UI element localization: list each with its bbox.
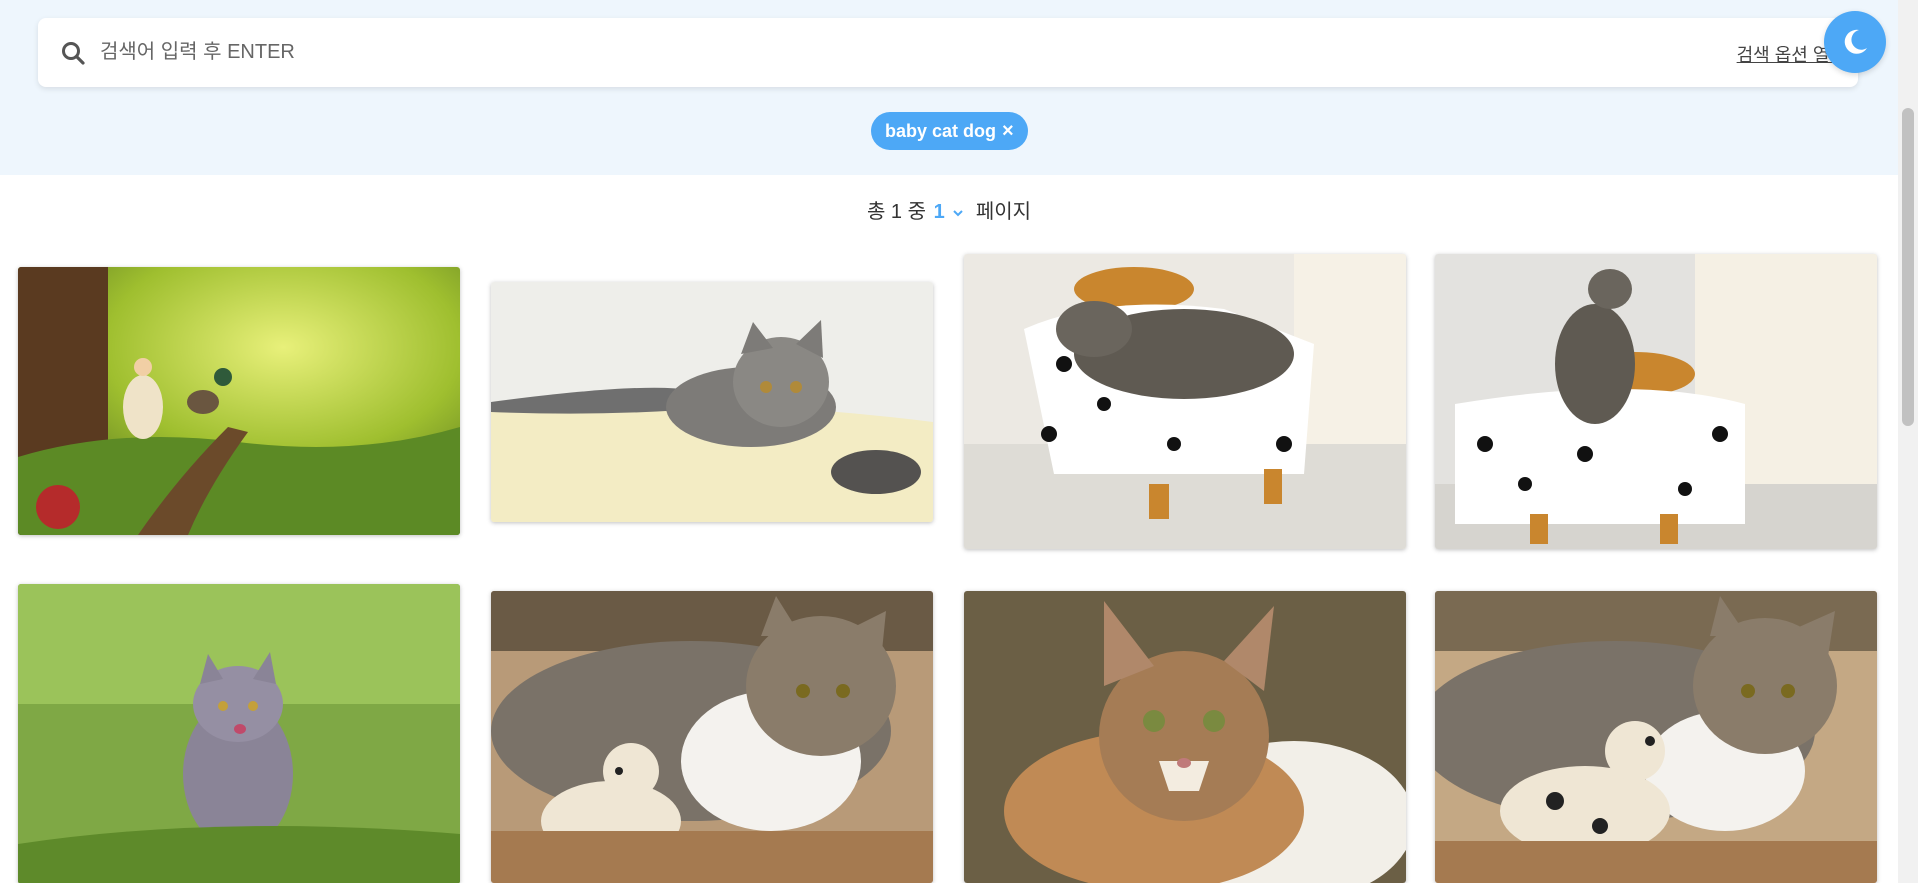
pagination-prefix: 총 1 중 xyxy=(866,201,927,223)
search-bar: 검색 옵션 열기 xyxy=(38,18,1858,87)
search-tag-chip[interactable]: baby cat dog × xyxy=(871,112,1028,150)
scrollbar[interactable] xyxy=(1898,0,1918,883)
moon-icon xyxy=(1844,29,1867,54)
header-band: 검색 옵션 열기 baby cat dog × xyxy=(0,0,1898,175)
pagination-suffix: 페이지 xyxy=(975,201,1032,223)
gallery-image-gray-kitten-grass[interactable] xyxy=(18,584,460,883)
gallery-image-kitten-sitting-sofa[interactable] xyxy=(1435,254,1877,549)
gallery-image-calico-cat-portrait[interactable] xyxy=(964,591,1406,883)
gallery-image-cat-sleeping-sofa[interactable] xyxy=(964,254,1406,549)
search-icon[interactable] xyxy=(60,40,86,66)
gallery-image-tabby-cat-plush-dog[interactable] xyxy=(491,591,933,883)
gallery-image-tabby-cat-dalmatian-plush[interactable] xyxy=(1435,591,1877,883)
page: 검색 옵션 열기 baby cat dog × 총 1 중 1 페이지 xyxy=(0,0,1918,883)
gallery-image-child-riding-dog[interactable] xyxy=(18,267,460,535)
search-input[interactable] xyxy=(100,32,1400,72)
scrollbar-thumb[interactable] xyxy=(1902,108,1914,426)
gallery-image-gray-kitten-blanket[interactable] xyxy=(491,282,933,522)
current-page-select[interactable]: 1 xyxy=(934,201,945,223)
tag-close-icon[interactable]: × xyxy=(1002,121,1014,141)
tag-label: baby cat dog xyxy=(885,120,997,141)
pagination: 총 1 중 1 페이지 xyxy=(0,195,1898,224)
dark-mode-toggle-button[interactable] xyxy=(1824,11,1886,73)
chevron-down-icon[interactable] xyxy=(952,208,964,218)
